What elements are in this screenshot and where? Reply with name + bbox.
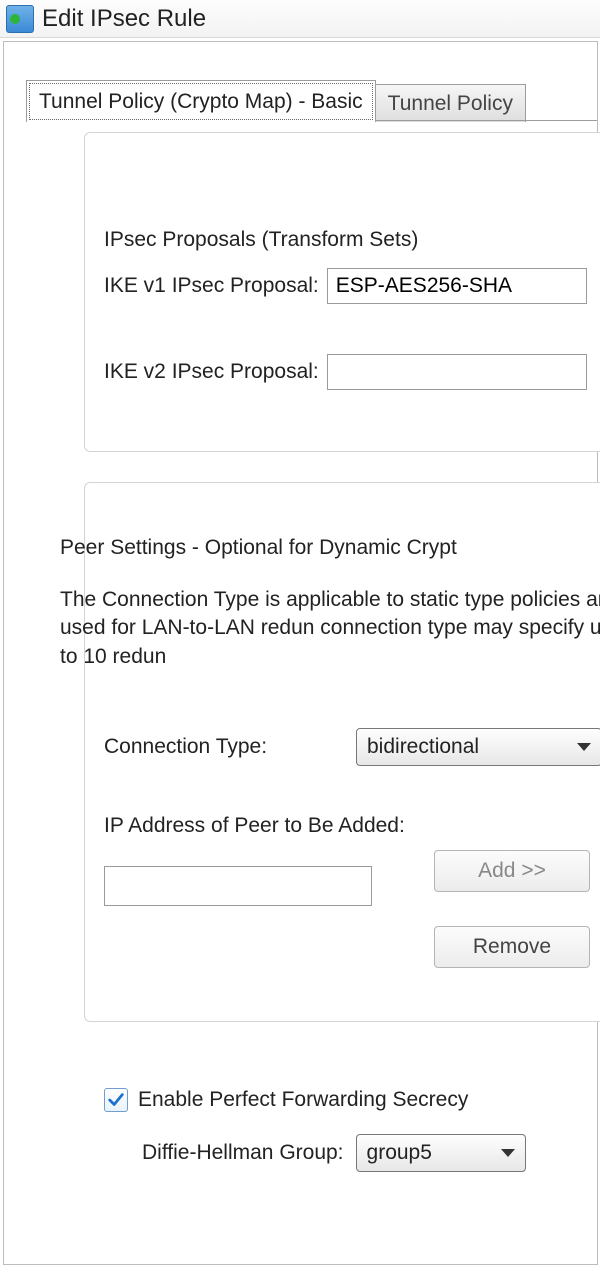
- connection-type-dropdown[interactable]: bidirectional: [356, 728, 600, 766]
- window-title: Edit IPsec Rule: [42, 5, 206, 33]
- ike-v2-label: IKE v2 IPsec Proposal:: [104, 360, 319, 384]
- pfs-row: Enable Perfect Forwarding Secrecy: [104, 1088, 468, 1112]
- ike-v2-input[interactable]: [327, 354, 587, 390]
- peer-ip-input[interactable]: [104, 866, 372, 906]
- titlebar[interactable]: Edit IPsec Rule: [0, 0, 600, 38]
- tab-label: Tunnel Policy: [388, 92, 513, 116]
- ike-v1-row: IKE v1 IPsec Proposal:: [104, 268, 587, 304]
- app-icon: [6, 5, 34, 33]
- ike-v1-input[interactable]: [327, 268, 587, 304]
- window: Edit IPsec Rule Tunnel Policy (Crypto Ma…: [0, 0, 600, 1268]
- tab-tunnel-policy-next[interactable]: Tunnel Policy: [376, 84, 526, 122]
- dh-group-value: group5: [367, 1141, 432, 1165]
- check-icon: [107, 1091, 125, 1109]
- remove-peer-button-label: Remove: [473, 935, 551, 959]
- add-peer-button-label: Add >>: [478, 859, 546, 883]
- peer-ip-label: IP Address of Peer to Be Added:: [104, 814, 405, 838]
- ipsec-proposals-legend: IPsec Proposals (Transform Sets): [98, 228, 424, 252]
- client-area: Tunnel Policy (Crypto Map) - Basic Tunne…: [3, 41, 598, 1265]
- remove-peer-button[interactable]: Remove: [434, 926, 590, 968]
- tab-strip: Tunnel Policy (Crypto Map) - Basic Tunne…: [26, 78, 526, 122]
- dh-group-dropdown[interactable]: group5: [356, 1134, 526, 1172]
- connection-type-label: Connection Type:: [104, 735, 356, 759]
- ike-v1-label: IKE v1 IPsec Proposal:: [104, 274, 319, 298]
- ike-v2-row: IKE v2 IPsec Proposal:: [104, 354, 587, 390]
- peer-settings-legend: Peer Settings - Optional for Dynamic Cry…: [60, 536, 457, 560]
- tab-label: Tunnel Policy (Crypto Map) - Basic: [39, 90, 363, 114]
- connection-type-row: Connection Type: bidirectional: [104, 728, 600, 766]
- peer-settings-description: The Connection Type is applicable to sta…: [60, 586, 600, 671]
- dh-group-row: Diffie-Hellman Group: group5: [142, 1134, 526, 1172]
- connection-type-value: bidirectional: [367, 735, 479, 759]
- add-peer-button[interactable]: Add >>: [434, 850, 590, 892]
- pfs-label: Enable Perfect Forwarding Secrecy: [138, 1088, 468, 1112]
- pfs-checkbox[interactable]: [104, 1088, 128, 1112]
- tab-crypto-map-basic[interactable]: Tunnel Policy (Crypto Map) - Basic: [26, 80, 376, 122]
- dh-group-label: Diffie-Hellman Group:: [142, 1141, 344, 1165]
